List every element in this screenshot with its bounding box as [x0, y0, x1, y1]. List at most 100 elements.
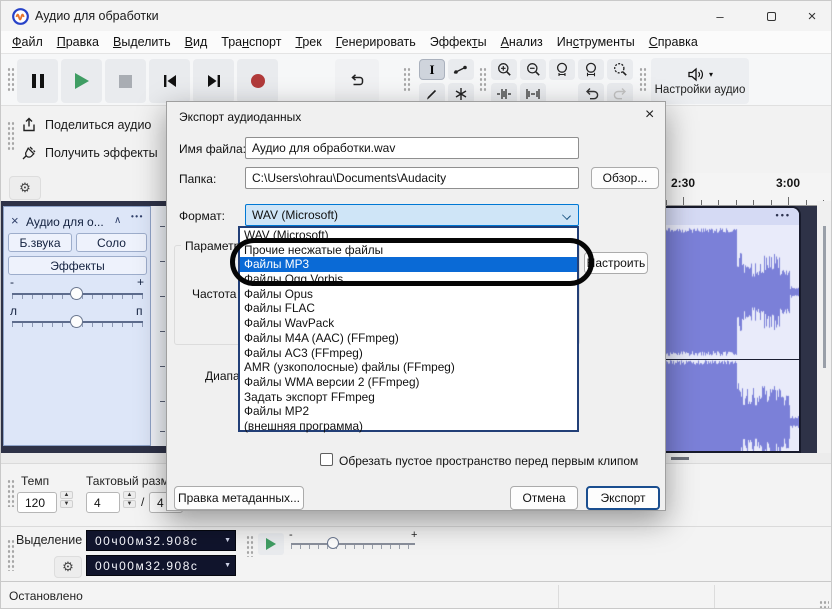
- play-speed-grip[interactable]: [246, 535, 254, 557]
- minimize-button[interactable]: –: [698, 1, 742, 31]
- format-option[interactable]: Файлы AC3 (FFmpeg): [240, 346, 577, 361]
- spin-up-icon[interactable]: ▲: [60, 491, 73, 499]
- menu-Транспорт[interactable]: Транспорт: [214, 33, 288, 51]
- format-option[interactable]: Файлы WavPack: [240, 316, 577, 331]
- window-title: Аудио для обработки: [35, 9, 159, 23]
- maximize-button[interactable]: [749, 1, 793, 31]
- horizontal-scrollbar-thumb[interactable]: [671, 457, 689, 460]
- envelope-tool-button[interactable]: [448, 59, 474, 80]
- menu-Эффекты[interactable]: Эффекты: [423, 33, 494, 51]
- configure-button[interactable]: Настроить: [584, 252, 648, 274]
- cancel-button[interactable]: Отмена: [510, 486, 578, 510]
- browse-button[interactable]: Обзор...: [591, 167, 659, 189]
- speed-slider-thumb[interactable]: [327, 537, 339, 549]
- selection-end-field[interactable]: 00ч00м32.908с ▼: [86, 555, 236, 576]
- format-select[interactable]: WAV (Microsoft): [245, 204, 579, 226]
- tempo-input[interactable]: 120: [17, 492, 57, 513]
- get-effects-button[interactable]: Получить эффекты: [21, 141, 161, 165]
- tempo-grip[interactable]: [7, 479, 15, 507]
- solo-button[interactable]: Соло: [76, 233, 147, 252]
- format-option[interactable]: Файлы Opus: [240, 287, 577, 302]
- zoom-in-button[interactable]: [491, 59, 517, 80]
- volume-slider-thumb[interactable]: [70, 287, 83, 300]
- stop-button[interactable]: [105, 59, 146, 103]
- timeline-tick: [700, 200, 702, 205]
- transport-grip[interactable]: [7, 67, 15, 91]
- track-menu-icon[interactable]: •••: [131, 212, 144, 221]
- format-option[interactable]: Файлы MP3: [240, 257, 577, 273]
- format-option[interactable]: Файлы FLAC: [240, 301, 577, 316]
- time-sig-spinner[interactable]: ▲ ▼: [123, 491, 136, 508]
- menu-Файл[interactable]: Файл: [5, 33, 50, 51]
- record-button[interactable]: [237, 59, 278, 103]
- format-option[interactable]: Файлы WMA версии 2 (FFmpeg): [240, 375, 577, 390]
- audio-setup-grip[interactable]: [639, 67, 647, 91]
- skip-to-end-button[interactable]: [193, 59, 234, 103]
- track-effects-button[interactable]: Эффекты: [8, 256, 147, 275]
- selection-grip[interactable]: [7, 539, 15, 571]
- zoom-out-button[interactable]: [520, 59, 546, 80]
- play-at-speed-button[interactable]: [258, 533, 284, 555]
- format-option[interactable]: Файлы Ogg Vorbis: [240, 272, 577, 287]
- audio-setup-button[interactable]: ▾ Настройки аудио: [651, 58, 749, 104]
- share-dock-grip[interactable]: [7, 121, 15, 151]
- spin-down-icon[interactable]: ▼: [60, 500, 73, 508]
- zoom-selection-button[interactable]: [549, 59, 575, 80]
- trim-checkbox[interactable]: [320, 453, 333, 466]
- vertical-scrollbar[interactable]: [817, 201, 831, 453]
- time-sig-numerator-input[interactable]: 4: [86, 492, 120, 513]
- caret-down-icon[interactable]: ▼: [224, 562, 231, 569]
- spin-down-icon[interactable]: ▼: [123, 500, 136, 508]
- edit-metadata-button[interactable]: Правка метаданных...: [174, 486, 304, 510]
- loop-button[interactable]: [335, 59, 379, 103]
- folder-input[interactable]: C:\Users\ohrau\Documents\Audacity: [245, 167, 579, 189]
- file-name-input[interactable]: Аудио для обработки.wav: [245, 137, 579, 159]
- share-audio-label: Поделиться аудио: [45, 118, 152, 132]
- menu-Выделить[interactable]: Выделить: [106, 33, 178, 51]
- export-button[interactable]: Экспорт: [586, 486, 660, 510]
- format-option[interactable]: Файлы M4A (AAC) (FFmpeg): [240, 331, 577, 346]
- time-sig-denominator: 4: [157, 495, 164, 510]
- zoom-toggle-icon: [613, 63, 627, 76]
- menu-Вид[interactable]: Вид: [178, 33, 215, 51]
- skip-to-start-button[interactable]: [149, 59, 190, 103]
- menu-Трек[interactable]: Трек: [288, 33, 328, 51]
- audio-setup-gear-button[interactable]: ⚙: [9, 176, 41, 200]
- format-option[interactable]: Задать экспорт FFmpeg: [240, 390, 577, 405]
- caret-down-icon[interactable]: ▼: [224, 537, 231, 544]
- menu-Инструменты[interactable]: Инструменты: [550, 33, 642, 51]
- track-title[interactable]: Аудио для о...: [26, 215, 104, 229]
- format-option[interactable]: (внешняя программа): [240, 419, 577, 434]
- mute-button[interactable]: Б.звука: [8, 233, 72, 252]
- selection-tool-button[interactable]: I: [419, 59, 445, 80]
- menu-Правка[interactable]: Правка: [50, 33, 106, 51]
- edit-grip[interactable]: [479, 67, 487, 91]
- clip-menu-icon[interactable]: •••: [776, 210, 791, 220]
- vertical-scrollbar-thumb[interactable]: [823, 226, 826, 368]
- format-option[interactable]: WAV (Microsoft): [240, 228, 577, 243]
- resize-grip[interactable]: [819, 600, 829, 608]
- pause-button[interactable]: [17, 59, 58, 103]
- zoom-toggle-button[interactable]: [607, 59, 633, 80]
- close-button[interactable]: ×: [790, 1, 831, 31]
- format-option[interactable]: Файлы MP2: [240, 404, 577, 419]
- share-audio-button[interactable]: Поделиться аудио: [21, 113, 161, 137]
- pan-slider-thumb[interactable]: [70, 315, 83, 328]
- track-collapse-icon[interactable]: ∧: [114, 215, 121, 226]
- selection-start-field[interactable]: 00ч00м32.908с ▼: [86, 530, 236, 551]
- menu-Анализ[interactable]: Анализ: [494, 33, 550, 51]
- format-dropdown-list: WAV (Microsoft) Прочие несжатые файлы Файл…: [238, 226, 579, 434]
- format-option[interactable]: AMR (узкополосные) файлы (FFmpeg): [240, 360, 577, 375]
- dialog-close-icon[interactable]: ×: [645, 106, 654, 124]
- tools-grip[interactable]: [403, 67, 411, 91]
- spin-up-icon[interactable]: ▲: [123, 491, 136, 499]
- format-option[interactable]: Прочие несжатые файлы: [240, 243, 577, 258]
- track-close-icon[interactable]: ×: [11, 213, 19, 228]
- track-control-panel: × Аудио для о... ∧ ••• Б.звука Соло Эффе…: [3, 206, 151, 446]
- tempo-spinner[interactable]: ▲ ▼: [60, 491, 73, 508]
- zoom-fit-button[interactable]: [578, 59, 604, 80]
- selection-settings-button[interactable]: ⚙: [54, 556, 82, 578]
- menu-Генерировать[interactable]: Генерировать: [329, 33, 423, 51]
- menu-Справка[interactable]: Справка: [642, 33, 705, 51]
- play-button[interactable]: [61, 59, 102, 103]
